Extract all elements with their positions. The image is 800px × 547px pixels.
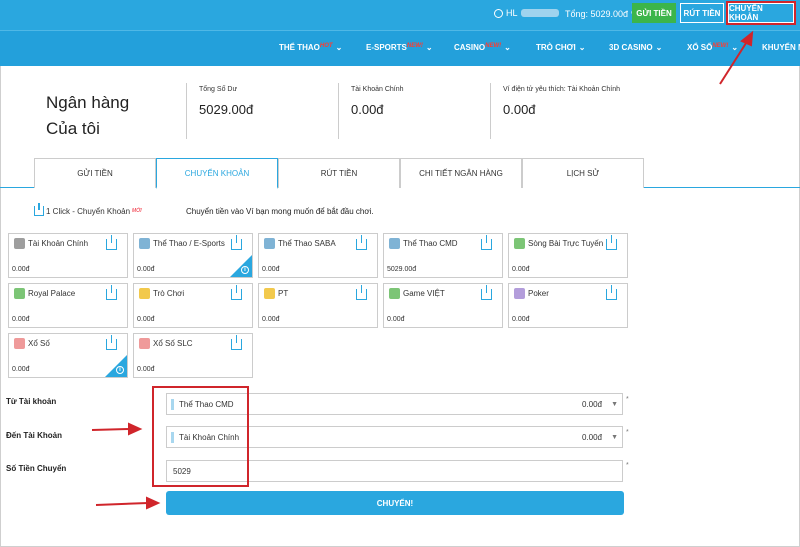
arrow-to-submit: [95, 502, 149, 506]
arrowhead: [740, 30, 754, 47]
arrowhead: [146, 496, 161, 510]
arrow-to-transfer-button: [719, 39, 749, 85]
arrowhead: [128, 422, 143, 436]
arrow-to-to-account: [91, 428, 131, 431]
annotation-arrows: [91, 30, 754, 510]
